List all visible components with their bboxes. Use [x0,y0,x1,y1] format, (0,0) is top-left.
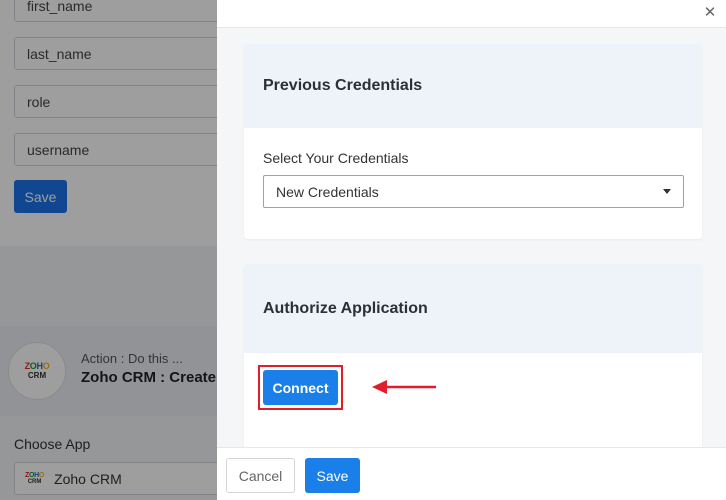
previous-credentials-header: Previous Credentials [244,44,702,128]
previous-credentials-card: Previous Credentials Select Your Credent… [244,44,702,239]
connect-button[interactable]: Connect [263,370,338,405]
caret-down-icon [663,189,671,194]
previous-credentials-title: Previous Credentials [263,77,423,94]
save-button[interactable]: Save [305,458,360,493]
authorize-application-title: Authorize Application [263,299,428,317]
select-credentials-label: Select Your Credentials [263,150,409,166]
credentials-drawer: ✕ Previous Credentials Select Your Crede… [217,0,726,500]
authorize-application-header: Authorize Application [244,264,702,353]
drawer-header: ✕ [217,0,726,28]
credentials-select[interactable]: New Credentials [263,175,684,208]
cancel-button[interactable]: Cancel [226,458,295,493]
credentials-selected-value: New Credentials [276,183,379,200]
close-icon[interactable]: ✕ [702,5,718,21]
authorize-application-card: Authorize Application Connect [244,264,702,464]
annotation-arrow-icon [372,380,436,394]
drawer-footer: Cancel Save [217,447,726,500]
